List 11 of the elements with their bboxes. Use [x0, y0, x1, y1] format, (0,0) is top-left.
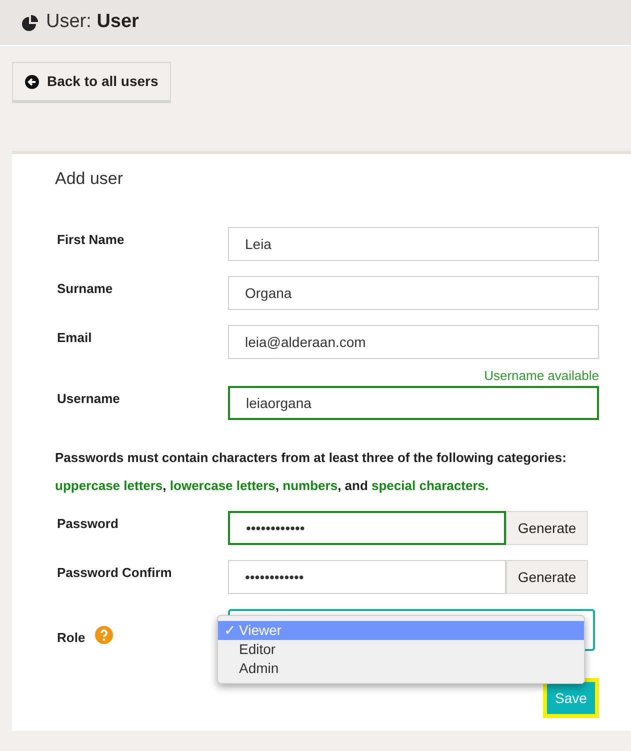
- field-label: Email: [56, 328, 93, 347]
- field-label: Username: [56, 390, 121, 408]
- field-label: Role: [56, 629, 86, 648]
- username-available-hint: Username available: [484, 366, 599, 384]
- field-label: Surname: [56, 280, 114, 298]
- field-label: First Name: [56, 230, 126, 249]
- field-label: Password: [56, 515, 120, 534]
- password-rule-text: Passwords must contain characters from at least three of the following categories: uppercase letters, lowercase letters, numbers, and special characters.: [55, 449, 568, 495]
- page-title: User: User: [46, 10, 139, 34]
- field-label: Password Confirm: [56, 564, 173, 582]
- form-title: Add user: [55, 168, 124, 190]
